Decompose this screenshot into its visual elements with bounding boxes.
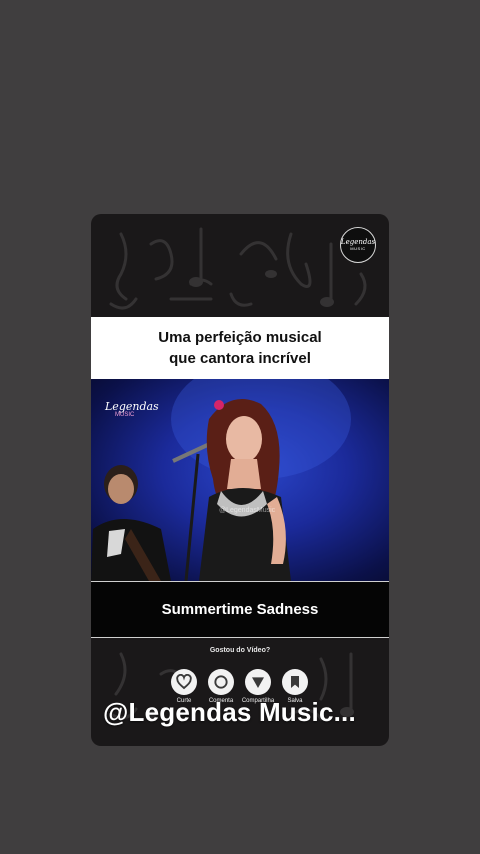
save-circle[interactable]: [282, 669, 308, 695]
bookmark-icon: [291, 676, 299, 688]
post-card[interactable]: Legendas MUSIC Uma perfeição musical que…: [91, 214, 389, 746]
song-title-bar: Summertime Sadness: [91, 581, 389, 638]
video-logo-text: Legendas: [105, 400, 159, 413]
heart-icon: [176, 674, 192, 690]
video-frame[interactable]: Legendas MUSIC @LegendasMusic: [91, 379, 389, 581]
post-headline: Uma perfeição musical que cantora incrív…: [91, 317, 389, 379]
badge-logo-text: Legendas: [340, 238, 376, 246]
video-logo: Legendas MUSIC: [105, 401, 159, 418]
comment-circle[interactable]: [208, 669, 234, 695]
headline-line-1: Uma perfeição musical: [158, 329, 322, 346]
badge-logo-subtext: MUSIC: [350, 246, 366, 251]
engagement-prompt: Gostou do Vídeo?: [209, 647, 271, 654]
channel-logo-badge[interactable]: Legendas MUSIC: [340, 227, 376, 263]
like-circle[interactable]: [171, 669, 197, 695]
song-title: Summertime Sadness: [161, 601, 319, 618]
video-watermark: @LegendasMusic: [219, 507, 276, 514]
comment-icon: [214, 675, 228, 689]
headline-line-2: que cantora incrível: [169, 350, 311, 367]
channel-handle[interactable]: @Legendas Music...: [103, 697, 356, 728]
share-circle[interactable]: [245, 669, 271, 695]
share-icon: [252, 677, 264, 688]
